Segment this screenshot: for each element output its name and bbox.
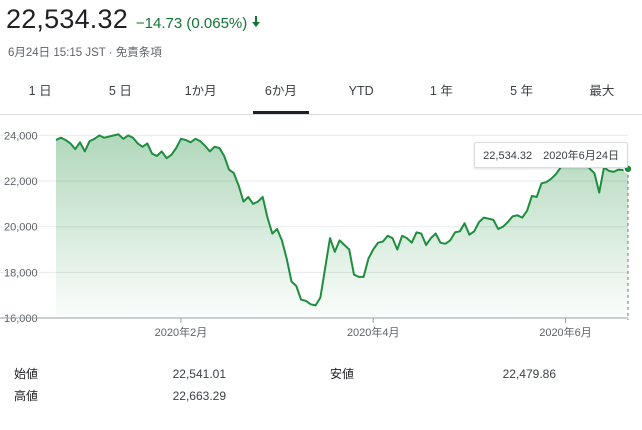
quote-timestamp[interactable]: 6月24日 15:15 JST · 免責条項 bbox=[8, 44, 162, 60]
arrow-down-icon bbox=[252, 16, 261, 27]
current-price: 22,534.32 bbox=[6, 4, 128, 34]
tab-max[interactable]: 最大 bbox=[562, 74, 642, 114]
tooltip-value: 22,534.32 bbox=[483, 150, 533, 162]
chart-tooltip: 22,534.32 2020年6月24日 bbox=[474, 142, 628, 168]
tab-5-year[interactable]: 5 年 bbox=[482, 74, 562, 114]
tab-ytd[interactable]: YTD bbox=[321, 74, 401, 114]
tab-1-day[interactable]: 1 日 bbox=[0, 74, 80, 114]
tab-6-month[interactable]: 6か月 bbox=[241, 74, 321, 114]
open-label: 始値 bbox=[14, 367, 39, 381]
y-tick-label: 18,000 bbox=[4, 267, 38, 279]
high-value: 22,663.29 bbox=[172, 389, 226, 403]
tab-5-day[interactable]: 5 日 bbox=[80, 74, 160, 114]
range-tabs: 1 日 5 日 1か月 6か月 YTD 1 年 5 年 最大 bbox=[0, 74, 642, 114]
low-label: 安値 bbox=[330, 367, 355, 381]
low-value: 22,479.86 bbox=[502, 367, 556, 381]
y-tick-label: 22,000 bbox=[4, 176, 38, 188]
stats-row-2: 高値 22,663.29 bbox=[0, 386, 642, 406]
stats-row-1: 始値 22,541.01 安値 22,479.86 bbox=[0, 364, 642, 384]
y-tick-label: 16,000 bbox=[4, 313, 38, 325]
tabs-divider bbox=[0, 114, 642, 115]
x-tick-label: 2020年2月 bbox=[155, 325, 208, 339]
x-tick-label: 2020年6月 bbox=[539, 325, 592, 339]
y-tick-label: 20,000 bbox=[4, 222, 38, 234]
open-value: 22,541.01 bbox=[172, 367, 226, 381]
x-tick-label: 2020年4月 bbox=[347, 325, 400, 339]
tab-1-year[interactable]: 1 年 bbox=[401, 74, 481, 114]
high-label: 高値 bbox=[14, 389, 39, 403]
tooltip-date: 2020年6月24日 bbox=[543, 150, 619, 162]
quote-header: 22,534.32 −14.73 (0.065%) bbox=[6, 4, 261, 38]
y-tick-label: 24,000 bbox=[4, 130, 38, 142]
price-change: −14.73 (0.065%) bbox=[135, 15, 248, 32]
tab-1-month[interactable]: 1か月 bbox=[161, 74, 241, 114]
